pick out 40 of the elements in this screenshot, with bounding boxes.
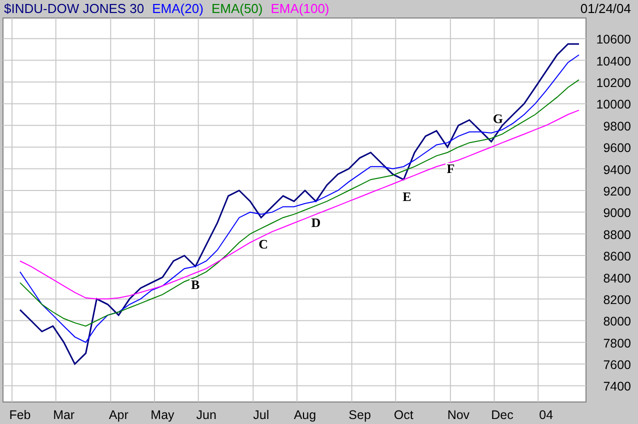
axis-label: 9200 <box>603 184 631 198</box>
annotation-label: E <box>402 188 412 204</box>
legend-label: EMA(50) <box>211 2 263 15</box>
date-label: 01/24/04 <box>580 2 631 15</box>
axis-label: Mar <box>53 408 75 422</box>
legend-label: EMA(100) <box>270 2 330 15</box>
axis-label: 04 <box>539 408 554 422</box>
axis-label: Feb <box>9 408 31 422</box>
axis-label: 9800 <box>603 119 631 134</box>
axis-label: 10200 <box>596 76 631 90</box>
axis-label: 8600 <box>603 250 631 264</box>
axis-label: 9600 <box>603 141 631 156</box>
axis-label: Sep <box>348 408 371 422</box>
axis-label: 9400 <box>603 162 631 177</box>
axis-label: 9000 <box>603 206 631 220</box>
axis-label: Nov <box>447 408 470 422</box>
axis-label: 8000 <box>603 314 631 329</box>
axis-label: Oct <box>394 408 414 422</box>
annotation-label: B <box>191 276 200 292</box>
axis-label: May <box>150 408 174 422</box>
axis-label: 8200 <box>603 292 631 307</box>
chart-title: $INDU-DOW JONES 30 <box>4 2 144 15</box>
annotation-label: G <box>492 110 503 126</box>
axis-label: 7600 <box>603 358 631 372</box>
axis-label: 10600 <box>596 32 631 47</box>
annotation-label: C <box>258 236 268 252</box>
axis-label: 7800 <box>603 336 631 350</box>
axis-label: 8800 <box>603 228 631 242</box>
axis-label: Aug <box>294 408 316 422</box>
axis-label: 8400 <box>603 271 631 286</box>
annotation-label: F <box>446 160 455 176</box>
legend-label: EMA(20) <box>152 2 204 15</box>
axis-label: 10400 <box>596 54 631 68</box>
axis-label: Dec <box>491 408 514 422</box>
axis-label: Apr <box>108 408 128 422</box>
axis-label: 10000 <box>596 98 631 112</box>
axis-label: 7400 <box>603 380 631 394</box>
annotation-label: D <box>311 215 321 230</box>
axis-label: Jul <box>253 408 270 422</box>
axis-label: Jun <box>196 408 216 422</box>
